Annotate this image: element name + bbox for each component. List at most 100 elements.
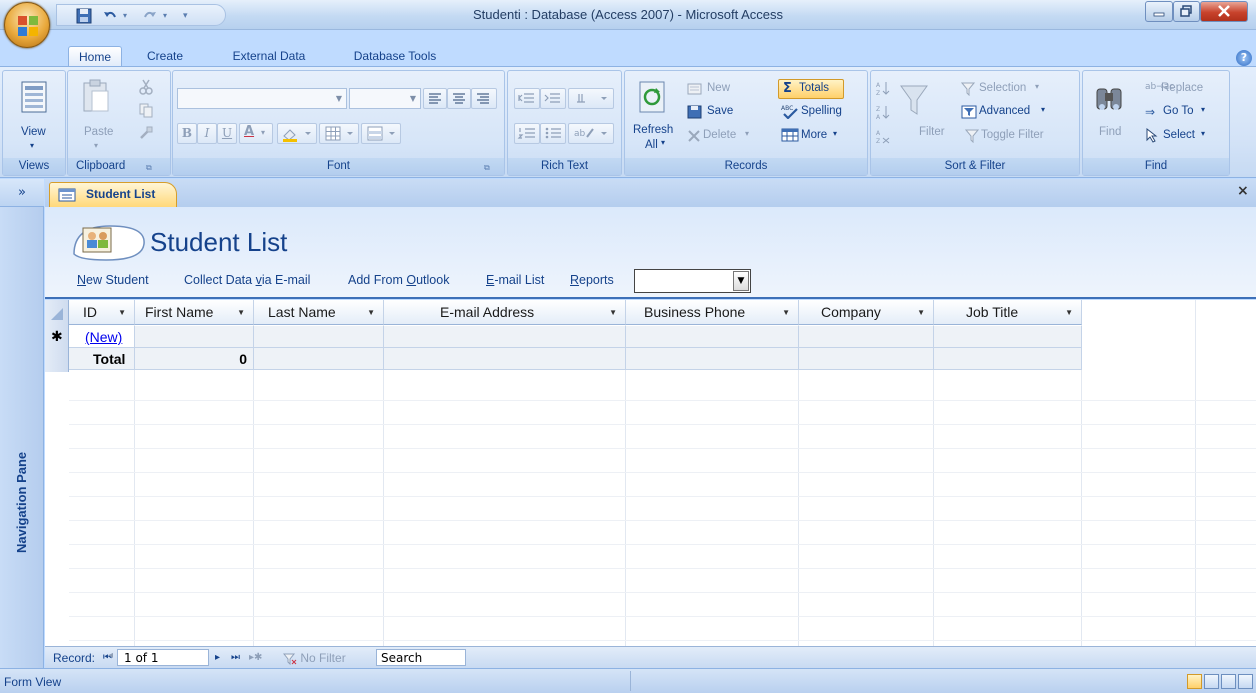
next-record-icon[interactable]: ▸	[215, 652, 220, 663]
find-icon[interactable]	[1095, 83, 1123, 115]
close-document-icon[interactable]: ×	[1237, 183, 1249, 199]
delete-dropdown-icon[interactable]: ▾	[745, 129, 749, 138]
total-email-cell[interactable]	[384, 348, 626, 370]
gridlines-button[interactable]	[319, 123, 359, 144]
cut-icon[interactable]	[138, 79, 154, 95]
navigation-pane[interactable]: » Navigation Pane	[0, 179, 44, 668]
layout-view-icon[interactable]	[1221, 674, 1236, 689]
reports-link[interactable]: Reports	[570, 273, 614, 287]
clipboard-launcher-icon[interactable]: ⧉	[146, 163, 156, 173]
new-record-phone-cell[interactable]	[626, 326, 799, 348]
text-direction-button[interactable]	[568, 88, 614, 109]
column-dropdown-icon[interactable]: ▼	[118, 300, 126, 325]
align-left-button[interactable]	[423, 88, 447, 109]
totals-button[interactable]: Σ Totals	[778, 79, 844, 99]
font-launcher-icon[interactable]: ⧉	[484, 163, 494, 173]
help-icon[interactable]: ?	[1236, 50, 1252, 66]
total-last-name-cell[interactable]	[254, 348, 384, 370]
advanced-button[interactable]: Advanced	[979, 105, 1030, 117]
new-record-id-cell[interactable]: (New)	[69, 326, 135, 348]
previous-record-icon[interactable]: ◂	[108, 650, 113, 661]
column-dropdown-icon[interactable]: ▼	[917, 300, 925, 325]
font-name-combo[interactable]: ▼	[177, 88, 347, 109]
total-job-title-cell[interactable]	[934, 348, 1082, 370]
office-button[interactable]	[4, 2, 50, 48]
clear-sort-icon[interactable]: AZ	[876, 128, 890, 144]
column-header-business-phone[interactable]: Business Phone ▼	[626, 300, 799, 325]
advanced-dropdown-icon[interactable]: ▾	[1041, 105, 1045, 114]
paste-dropdown-icon[interactable]: ▾	[94, 141, 98, 150]
copy-icon[interactable]	[138, 102, 154, 118]
form-view-icon[interactable]	[1187, 674, 1202, 689]
new-record-company-cell[interactable]	[799, 326, 934, 348]
highlight-button[interactable]: ab	[568, 123, 614, 144]
spelling-button[interactable]: Spelling	[801, 105, 842, 117]
new-record-last-name-cell[interactable]	[254, 326, 384, 348]
sort-descending-icon[interactable]: ZA	[876, 104, 890, 120]
view-icon[interactable]	[21, 81, 47, 113]
tab-external-data[interactable]: External Data	[219, 46, 319, 66]
row-selector-column[interactable]: ✱	[45, 300, 69, 372]
select-dropdown-icon[interactable]: ▾	[1201, 129, 1205, 138]
font-size-combo[interactable]: ▼	[349, 88, 421, 109]
search-input[interactable]: Search	[376, 649, 466, 666]
datasheet-view-icon[interactable]	[1204, 674, 1219, 689]
design-view-icon[interactable]	[1238, 674, 1253, 689]
reports-combo-dropdown-icon[interactable]: ▼	[733, 271, 749, 291]
column-header-email[interactable]: E-mail Address ▼	[384, 300, 626, 325]
reports-combo[interactable]: ▼	[634, 269, 751, 293]
delete-button[interactable]: Delete	[703, 129, 736, 141]
new-blank-record-icon[interactable]: ▸✱	[249, 652, 262, 663]
new-record-button[interactable]: New	[707, 82, 730, 94]
column-dropdown-icon[interactable]: ▼	[367, 300, 375, 325]
tab-create[interactable]: Create	[136, 46, 194, 66]
view-dropdown-icon[interactable]: ▾	[30, 141, 34, 150]
paste-icon[interactable]	[82, 79, 110, 113]
new-record-email-cell[interactable]	[384, 326, 626, 348]
filter-icon[interactable]	[899, 84, 929, 118]
email-list-link[interactable]: E-mail List	[486, 273, 544, 287]
total-phone-cell[interactable]	[626, 348, 799, 370]
column-dropdown-icon[interactable]: ▼	[609, 300, 617, 325]
new-student-link[interactable]: New Student	[77, 273, 149, 287]
selection-dropdown-icon[interactable]: ▾	[1035, 82, 1039, 91]
italic-button[interactable]: I	[197, 123, 217, 144]
paste-button[interactable]: Paste	[84, 126, 113, 138]
column-header-first-name[interactable]: First Name ▼	[135, 300, 254, 325]
tab-home[interactable]: Home	[68, 46, 122, 66]
select-all-icon[interactable]	[51, 308, 63, 320]
refresh-dropdown-icon[interactable]: ▾	[661, 138, 665, 147]
close-button[interactable]	[1200, 1, 1248, 22]
record-position-input[interactable]: ◂ 1 of 1	[108, 649, 209, 666]
no-filter-indicator[interactable]: No Filter	[283, 651, 346, 665]
fill-color-button[interactable]	[277, 123, 317, 144]
add-from-outlook-link[interactable]: Add From Outlook	[348, 273, 449, 287]
refresh-icon[interactable]	[639, 81, 665, 113]
restore-button[interactable]	[1173, 1, 1200, 22]
filter-button[interactable]: Filter	[919, 126, 945, 138]
column-header-job-title[interactable]: Job Title ▼	[934, 300, 1082, 325]
font-color-button[interactable]: A ▾	[239, 123, 273, 144]
align-right-button[interactable]	[471, 88, 497, 109]
selection-button[interactable]: Selection	[979, 82, 1026, 94]
numbering-button[interactable]	[514, 123, 540, 144]
toggle-filter-button[interactable]: Toggle Filter	[981, 129, 1044, 141]
replace-button[interactable]: Replace	[1161, 82, 1203, 94]
more-dropdown-icon[interactable]: ▾	[833, 129, 837, 138]
new-record-job-title-cell[interactable]	[934, 326, 1082, 348]
datasheet[interactable]: ✱ ID ▼ First Name ▼ Last Name ▼ E-mail Addr…	[45, 300, 1256, 646]
column-dropdown-icon[interactable]: ▼	[237, 300, 245, 325]
column-header-id[interactable]: ID ▼	[69, 300, 135, 325]
underline-button[interactable]: U	[217, 123, 237, 144]
decrease-indent-button[interactable]	[514, 88, 540, 109]
more-button[interactable]: More	[801, 129, 827, 141]
increase-indent-button[interactable]	[540, 88, 566, 109]
sort-ascending-icon[interactable]: AZ	[876, 80, 890, 96]
new-record-first-name-cell[interactable]	[135, 326, 254, 348]
document-tab-student-list[interactable]: Student List	[49, 182, 177, 207]
column-dropdown-icon[interactable]: ▼	[782, 300, 790, 325]
align-center-button[interactable]	[447, 88, 471, 109]
format-painter-icon[interactable]	[138, 125, 154, 141]
select-button[interactable]: Select	[1163, 129, 1195, 141]
new-record-id[interactable]: (New)	[85, 329, 122, 345]
